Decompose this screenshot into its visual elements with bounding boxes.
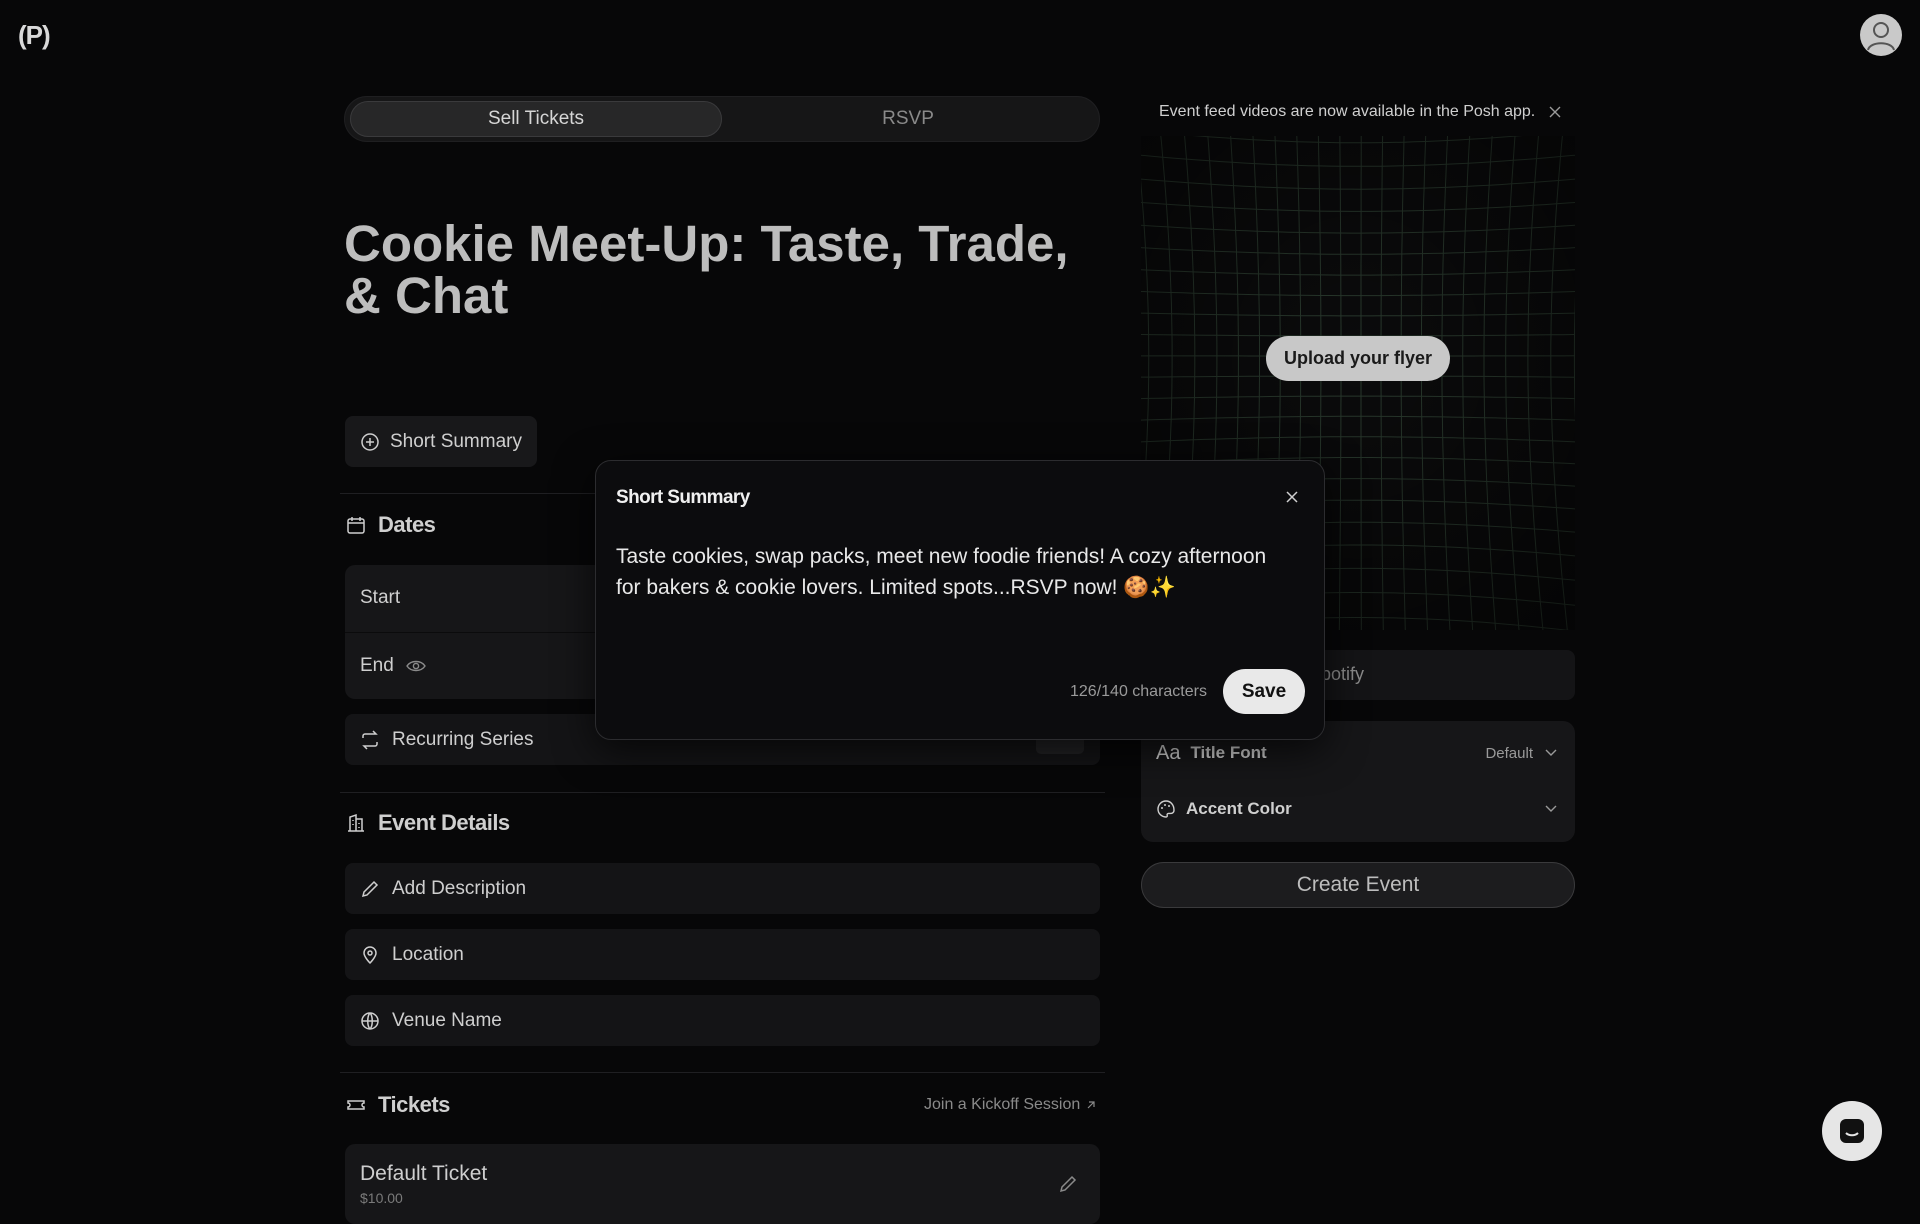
dates-heading: Dates bbox=[346, 512, 435, 538]
dates-heading-label: Dates bbox=[378, 512, 435, 538]
plus-circle-icon bbox=[360, 432, 380, 452]
default-ticket-card[interactable]: Default Ticket $10.00 bbox=[345, 1144, 1100, 1224]
map-pin-icon bbox=[360, 945, 380, 965]
venue-name-label: Venue Name bbox=[392, 1010, 502, 1032]
recurring-series-label: Recurring Series bbox=[392, 729, 534, 751]
kickoff-session-link[interactable]: Join a Kickoff Session bbox=[924, 1096, 1096, 1114]
ticket-icon bbox=[346, 1095, 366, 1115]
external-arrow-icon bbox=[1086, 1100, 1096, 1110]
close-icon[interactable] bbox=[1284, 489, 1300, 505]
tickets-heading: Tickets bbox=[346, 1092, 450, 1118]
globe-icon bbox=[360, 1011, 380, 1031]
building-icon bbox=[346, 813, 366, 833]
calendar-icon bbox=[346, 515, 366, 535]
notice-text: Event feed videos are now available in t… bbox=[1159, 103, 1535, 121]
eye-icon[interactable] bbox=[406, 659, 426, 673]
pencil-icon bbox=[360, 879, 380, 899]
location-label: Location bbox=[392, 944, 464, 966]
divider bbox=[340, 1072, 1105, 1073]
user-icon bbox=[1860, 14, 1902, 56]
add-description-row[interactable]: Add Description bbox=[345, 863, 1100, 914]
location-row[interactable]: Location bbox=[345, 929, 1100, 980]
ticket-mode-toggle: Sell Tickets RSVP bbox=[344, 96, 1100, 142]
add-description-label: Add Description bbox=[392, 878, 526, 900]
create-event-button[interactable]: Create Event bbox=[1141, 862, 1575, 908]
kickoff-session-label: Join a Kickoff Session bbox=[924, 1096, 1080, 1114]
start-label: Start bbox=[360, 587, 400, 609]
character-counter: 126/140 characters bbox=[1070, 683, 1207, 701]
modal-title: Short Summary bbox=[616, 487, 750, 509]
sell-tickets-option[interactable]: Sell Tickets bbox=[350, 101, 722, 137]
event-details-heading-label: Event Details bbox=[378, 810, 510, 836]
chat-icon bbox=[1838, 1117, 1866, 1145]
ticket-name: Default Ticket bbox=[360, 1162, 487, 1186]
title-font-label: Title Font bbox=[1190, 743, 1266, 763]
font-icon: Aa bbox=[1156, 742, 1180, 765]
divider bbox=[340, 792, 1105, 793]
upload-flyer-button[interactable]: Upload your flyer bbox=[1266, 336, 1450, 381]
save-button[interactable]: Save bbox=[1223, 669, 1305, 714]
title-font-row[interactable]: Aa Title Font Default bbox=[1156, 738, 1557, 768]
short-summary-modal: Short Summary Taste cookies, swap packs,… bbox=[595, 460, 1325, 740]
rsvp-option[interactable]: RSVP bbox=[722, 101, 1094, 137]
palette-icon bbox=[1156, 799, 1176, 819]
edit-ticket-icon[interactable] bbox=[1058, 1174, 1078, 1194]
short-summary-button[interactable]: Short Summary bbox=[345, 416, 537, 467]
venue-name-row[interactable]: Venue Name bbox=[345, 995, 1100, 1046]
event-details-heading: Event Details bbox=[346, 810, 510, 836]
close-icon[interactable] bbox=[1549, 106, 1561, 118]
tickets-heading-label: Tickets bbox=[378, 1092, 450, 1118]
chevron-down-icon bbox=[1545, 749, 1557, 757]
accent-color-label: Accent Color bbox=[1186, 799, 1292, 819]
repeat-icon bbox=[360, 730, 380, 750]
notice-banner: Event feed videos are now available in t… bbox=[1141, 90, 1575, 134]
event-title[interactable]: Cookie Meet-Up: Taste, Trade, & Chat bbox=[344, 218, 1104, 322]
posh-logo[interactable]: (P) bbox=[18, 20, 56, 50]
title-font-value: Default bbox=[1485, 745, 1533, 762]
profile-avatar[interactable] bbox=[1860, 14, 1902, 56]
accent-color-row[interactable]: Accent Color bbox=[1156, 794, 1557, 824]
summary-textarea[interactable]: Taste cookies, swap packs, meet new food… bbox=[616, 541, 1296, 603]
chevron-down-icon bbox=[1545, 805, 1557, 813]
short-summary-label: Short Summary bbox=[390, 431, 522, 453]
ticket-price: $10.00 bbox=[360, 1190, 403, 1206]
end-label: End bbox=[360, 655, 394, 677]
spotify-placeholder: potify bbox=[1321, 664, 1364, 685]
chat-support-button[interactable] bbox=[1822, 1101, 1882, 1161]
